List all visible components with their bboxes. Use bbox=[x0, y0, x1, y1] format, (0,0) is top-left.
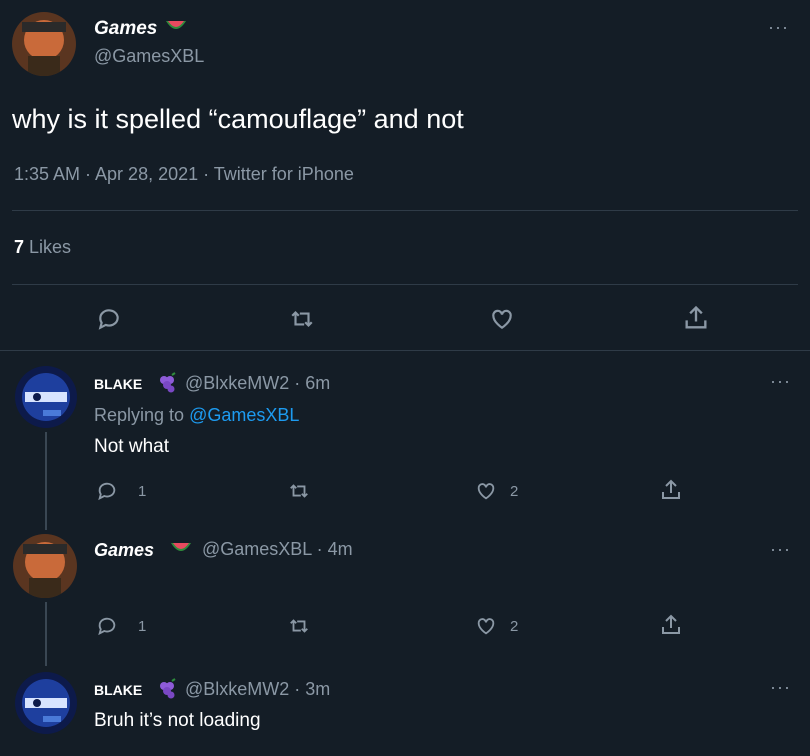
avatar-games[interactable] bbox=[13, 534, 77, 598]
avatar-blake[interactable] bbox=[15, 672, 77, 734]
like-count: 2 bbox=[510, 618, 519, 635]
more-options-icon[interactable]: ··· bbox=[768, 18, 789, 36]
reply-handle-time[interactable]: @BlxkeMW2 · 3m bbox=[185, 679, 330, 700]
reply-count: 1 bbox=[138, 483, 147, 500]
retweet-icon[interactable] bbox=[288, 306, 316, 337]
reply-count: 1 bbox=[138, 618, 147, 635]
reply-author-name[interactable]: BLAKE bbox=[94, 376, 142, 392]
retweet-icon[interactable] bbox=[287, 615, 311, 642]
watermelon-emoji-icon bbox=[165, 19, 187, 40]
thread-line bbox=[45, 432, 47, 530]
tweet-meta: 1:35 AM · Apr 28, 2021 · Twitter for iPh… bbox=[14, 164, 354, 184]
divider bbox=[12, 284, 798, 285]
divider bbox=[0, 350, 810, 351]
share-icon[interactable] bbox=[659, 613, 683, 642]
likes-stat[interactable]: 7 Likes bbox=[14, 237, 71, 258]
likes-label: Likes bbox=[29, 237, 72, 257]
divider bbox=[12, 210, 798, 211]
avatar-games[interactable] bbox=[12, 12, 76, 76]
grapes-emoji-icon bbox=[156, 678, 178, 705]
avatar-blake[interactable] bbox=[15, 366, 77, 428]
heart-icon[interactable] bbox=[474, 615, 498, 642]
replying-to-handle[interactable]: @GamesXBL bbox=[189, 405, 299, 425]
share-icon[interactable] bbox=[659, 478, 683, 507]
author-name[interactable]: Games bbox=[94, 18, 157, 40]
heart-icon[interactable] bbox=[488, 306, 516, 337]
like-count: 2 bbox=[510, 483, 519, 500]
reply-handle-time[interactable]: @GamesXBL · 4m bbox=[202, 539, 353, 560]
retweet-icon[interactable] bbox=[287, 480, 311, 507]
share-icon[interactable] bbox=[682, 304, 710, 337]
tweet-text: why is it spelled “camouflage” and not bbox=[12, 104, 464, 134]
more-options-icon[interactable]: ··· bbox=[770, 372, 791, 390]
replying-to: Replying to @GamesXBL bbox=[94, 405, 299, 426]
reply-icon[interactable] bbox=[96, 480, 118, 507]
watermelon-emoji-icon bbox=[170, 541, 192, 562]
reply-text: Not what bbox=[94, 436, 169, 457]
reply-author-name[interactable]: Games bbox=[94, 540, 154, 561]
author-handle[interactable]: @GamesXBL bbox=[94, 46, 204, 67]
reply-text: Bruh it’s not loading bbox=[94, 710, 261, 731]
reply-author-name[interactable]: BLAKE bbox=[94, 682, 142, 698]
more-options-icon[interactable]: ··· bbox=[770, 678, 791, 696]
likes-count: 7 bbox=[14, 237, 25, 257]
replying-to-label: Replying to bbox=[94, 405, 185, 425]
grapes-emoji-icon bbox=[156, 372, 178, 399]
more-options-icon[interactable]: ··· bbox=[770, 540, 791, 558]
reply-icon[interactable] bbox=[96, 306, 122, 337]
reply-icon[interactable] bbox=[96, 615, 118, 642]
reply-handle-time[interactable]: @BlxkeMW2 · 6m bbox=[185, 373, 330, 394]
heart-icon[interactable] bbox=[474, 480, 498, 507]
thread-line bbox=[45, 602, 47, 666]
